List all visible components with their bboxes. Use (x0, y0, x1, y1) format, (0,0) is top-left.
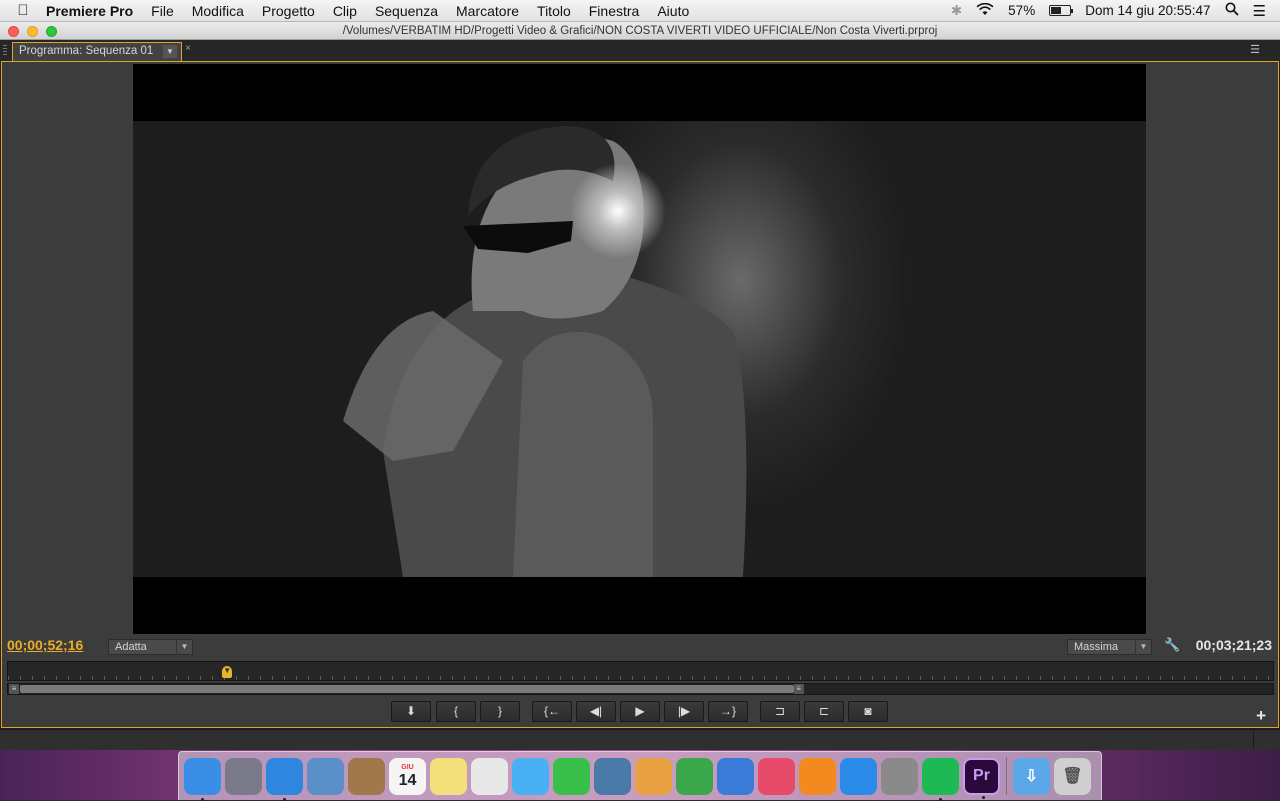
step-forward-button[interactable]: |▶ (664, 701, 704, 722)
running-indicator (982, 795, 985, 799)
calendar-month: GIU (401, 763, 414, 771)
window-zoom-button[interactable] (46, 26, 57, 37)
zoom-level-dropdown[interactable]: Adatta ▼ (108, 639, 193, 655)
clock[interactable]: Dom 14 giu 20:55:47 (1085, 3, 1210, 18)
wifi-icon[interactable] (976, 2, 994, 19)
menu-sequenza[interactable]: Sequenza (375, 3, 438, 19)
button-editor-add-icon[interactable]: + (1256, 706, 1266, 726)
export-frame-button[interactable]: ◙ (848, 701, 888, 722)
zoom-bar-right-handle[interactable]: ≡ (793, 684, 804, 694)
panel-grip-handle[interactable] (3, 45, 7, 56)
zoom-scroll-bar[interactable]: ≡ ≡ (7, 683, 1274, 695)
calendar-day: 14 (398, 771, 417, 789)
dock-calendar-icon[interactable]: GIU 14 (389, 757, 426, 795)
video-frame-image (133, 121, 1146, 577)
time-ruler[interactable]: ▼ (7, 661, 1274, 681)
dock-spotify-icon[interactable] (922, 757, 959, 801)
running-indicator (939, 797, 942, 801)
spotlight-search-icon[interactable] (1225, 2, 1239, 19)
go-to-out-button[interactable]: →} (708, 701, 748, 722)
bluetooth-icon[interactable]: ✱ (951, 3, 962, 19)
playback-quality-dropdown[interactable]: Massima ▼ (1067, 639, 1152, 655)
tab-menu-arrow-icon[interactable]: ▼ (163, 45, 177, 58)
panel-menu-icon[interactable]: ☰ (1250, 43, 1260, 56)
menu-titolo[interactable]: Titolo (537, 3, 571, 19)
trash-icon[interactable]: 🗑 (1054, 757, 1091, 795)
dock-pages-icon[interactable] (635, 757, 672, 795)
tab-label: Programma: Sequenza 01 (19, 45, 154, 57)
dock-itunes-icon[interactable] (758, 757, 795, 795)
window-close-button[interactable] (8, 26, 19, 37)
mark-out-button[interactable]: } (480, 701, 520, 722)
dock-keynote-icon[interactable] (717, 757, 754, 795)
running-indicator (283, 797, 286, 801)
dock-app-list: GIU 14 Pr (184, 757, 1004, 801)
panel-tab-bar: Programma: Sequenza 01 ▼ × ☰ (0, 40, 1280, 61)
tab-program-monitor[interactable]: Programma: Sequenza 01 ▼ (12, 42, 182, 61)
lift-button[interactable]: ⊐ (760, 701, 800, 722)
window-title: /Volumes/VERBATIM HD/Progetti Video & Gr… (342, 25, 938, 37)
menu-clip[interactable]: Clip (333, 3, 357, 19)
notification-center-icon[interactable]: ☰ (1253, 2, 1266, 20)
menu-app-name[interactable]: Premiere Pro (46, 3, 133, 19)
window-title-bar: /Volumes/VERBATIM HD/Progetti Video & Gr… (0, 22, 1280, 40)
dock-numbers-icon[interactable] (676, 757, 713, 795)
dock-iphoto-icon[interactable] (594, 757, 631, 795)
dock-contacts-icon[interactable] (348, 757, 385, 795)
video-preview[interactable] (133, 64, 1146, 634)
current-timecode[interactable]: 00;00;52;16 (7, 637, 83, 653)
premiere-pro-label: Pr (973, 767, 990, 784)
running-indicator (201, 797, 204, 801)
zoom-level-value: Adatta (115, 641, 147, 653)
battery-level (1051, 7, 1062, 14)
dock-notes-icon[interactable] (430, 757, 467, 795)
menu-marcatore[interactable]: Marcatore (456, 3, 519, 19)
program-monitor-panel: Programma: Sequenza 01 ▼ × ☰ 00;00;52;16… (0, 40, 1280, 751)
panel-footer (0, 729, 1280, 751)
program-monitor: 00;00;52;16 Adatta ▼ Massima ▼ 🔧 00;03;2… (1, 61, 1279, 728)
menu-modifica[interactable]: Modifica (192, 3, 244, 19)
dock-ibooks-icon[interactable] (799, 757, 836, 795)
tab-close-icon[interactable]: × (185, 43, 191, 54)
dock-safari-icon[interactable] (266, 757, 303, 801)
zoom-bar-left-handle[interactable]: ≡ (9, 684, 19, 694)
dock-finder-icon[interactable] (184, 757, 221, 801)
menu-finestra[interactable]: Finestra (589, 3, 640, 19)
playhead-handle[interactable]: ▼ (222, 666, 233, 678)
go-to-in-button[interactable]: {← (532, 701, 572, 722)
play-button[interactable]: ▶ (620, 701, 660, 722)
playback-quality-value: Massima (1074, 641, 1119, 653)
menu-file[interactable]: File (151, 3, 174, 19)
chevron-down-icon: ▼ (176, 640, 192, 654)
menu-progetto[interactable]: Progetto (262, 3, 315, 19)
chevron-down-icon: ▼ (1135, 640, 1151, 654)
menu-bar:  Premiere Pro File Modifica Progetto Cl… (0, 0, 1280, 22)
video-subject-silhouette (343, 126, 747, 577)
dock-preview-icon[interactable] (307, 757, 344, 795)
battery-percent[interactable]: 57% (1008, 3, 1035, 18)
downloads-folder-icon[interactable]: ⇩ (1013, 757, 1050, 795)
apple-icon[interactable]:  (0, 2, 46, 19)
extract-button[interactable]: ⊏ (804, 701, 844, 722)
add-marker-button[interactable]: ⬇ (391, 701, 431, 722)
dock-separator (1006, 757, 1007, 795)
footer-divider (1253, 730, 1254, 751)
dock-launchpad-icon[interactable] (225, 757, 262, 795)
battery-icon[interactable] (1049, 5, 1074, 16)
dock-facetime-icon[interactable] (553, 757, 590, 795)
dock: GIU 14 Pr ⇩ 🗑 (178, 751, 1102, 801)
dock-messages-icon[interactable] (512, 757, 549, 795)
dock-system-preferences-icon[interactable] (881, 757, 918, 795)
step-back-button[interactable]: ◀| (576, 701, 616, 722)
dock-app-store-icon[interactable] (840, 757, 877, 795)
settings-wrench-icon[interactable]: 🔧 (1164, 637, 1180, 653)
mark-in-button[interactable]: { (436, 701, 476, 722)
menu-aiuto[interactable]: Aiuto (657, 3, 689, 19)
zoom-range-thumb[interactable] (20, 685, 794, 693)
dock-premiere-pro-icon[interactable]: Pr (963, 757, 1000, 799)
duration-timecode: 00;03;21;23 (1195, 637, 1272, 653)
dock-reminders-icon[interactable] (471, 757, 508, 795)
window-minimize-button[interactable] (27, 26, 38, 37)
